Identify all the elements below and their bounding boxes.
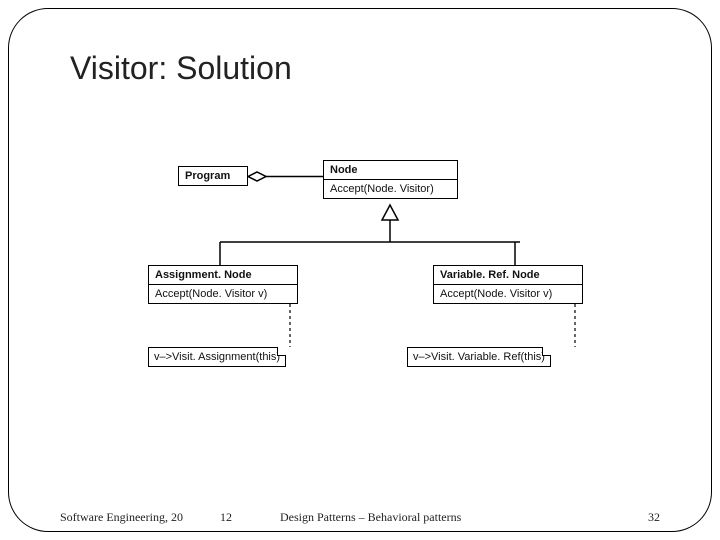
- class-node-name: Node: [324, 161, 457, 180]
- note-assignment: v–>Visit. Assignment(this): [148, 347, 286, 367]
- slide: Visitor: Solution Program: [0, 0, 720, 540]
- footer-center: Design Patterns – Behavioral patterns: [280, 510, 461, 525]
- footer-left-2: 12: [220, 510, 232, 525]
- class-variableref-node: Variable. Ref. Node Accept(Node. Visitor…: [433, 265, 583, 304]
- class-assignment-op: Accept(Node. Visitor v): [149, 285, 297, 303]
- footer-page-number: 32: [648, 510, 660, 525]
- class-node-op: Accept(Node. Visitor): [324, 180, 457, 198]
- class-node: Node Accept(Node. Visitor): [323, 160, 458, 199]
- slide-title: Visitor: Solution: [70, 50, 292, 87]
- uml-diagram: Program Node Accept(Node. Visitor) Assig…: [130, 150, 590, 430]
- footer-left-1: Software Engineering, 20: [60, 510, 183, 525]
- note-variableref: v–>Visit. Variable. Ref(this): [407, 347, 551, 367]
- class-assignment-node: Assignment. Node Accept(Node. Visitor v): [148, 265, 298, 304]
- class-program: Program: [178, 166, 248, 186]
- class-variableref-name: Variable. Ref. Node: [434, 266, 582, 285]
- class-variableref-op: Accept(Node. Visitor v): [434, 285, 582, 303]
- class-assignment-name: Assignment. Node: [149, 266, 297, 285]
- class-program-name: Program: [179, 167, 247, 185]
